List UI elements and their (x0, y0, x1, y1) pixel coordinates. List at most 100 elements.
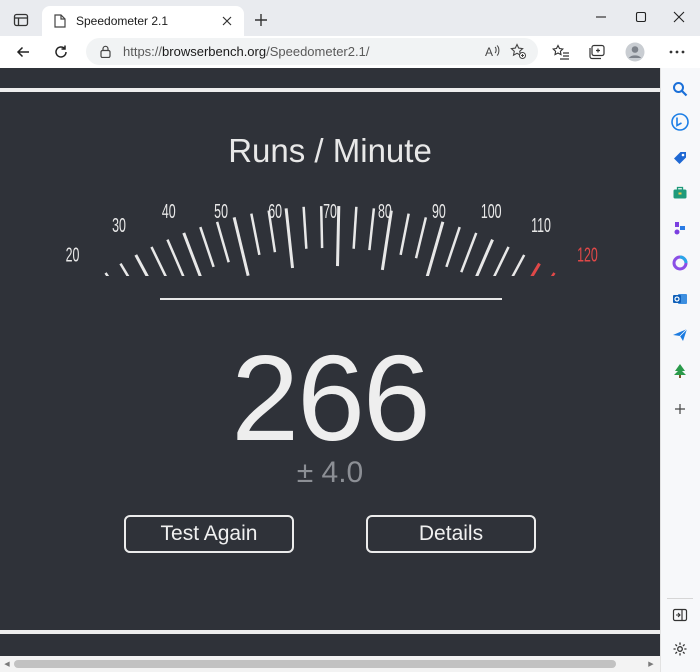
url-path: /Speedometer2.1/ (266, 44, 370, 59)
minimize-icon (596, 16, 606, 18)
gauge-label: 80 (378, 200, 392, 223)
add-icon (675, 404, 685, 414)
more-icon (669, 50, 685, 54)
score-margin: ± 4.0 (296, 456, 364, 489)
split-screen-icon (672, 608, 688, 622)
gauge-tick (399, 213, 410, 256)
outlook-icon (673, 294, 687, 304)
gauge-tick (425, 221, 445, 276)
horizontal-scrollbar[interactable]: ◀ ▶ (0, 656, 660, 672)
favorites-button[interactable] (548, 39, 574, 65)
search-icon (673, 82, 688, 97)
gauge-tick (460, 232, 478, 273)
gauge-tick (352, 206, 358, 249)
url-prefix: https:// (123, 44, 163, 59)
maximize-icon (635, 11, 647, 23)
new-tab-button[interactable] (250, 9, 272, 31)
collections-icon (589, 44, 605, 60)
close-icon (222, 16, 232, 26)
tools-briefcase-icon (673, 186, 687, 199)
more-options-button[interactable] (664, 39, 690, 65)
tab-title: Speedometer 2.1 (76, 14, 169, 28)
copilot-icon (671, 113, 689, 131)
url-text: https://browserbench.org/Speedometer2.1/ (123, 44, 369, 59)
page-title: Runs / Minute (228, 132, 432, 169)
test-again-button[interactable]: Test Again (124, 515, 294, 553)
sidebar-outlook[interactable] (669, 288, 691, 310)
sidebar-divider (667, 598, 693, 599)
gauge-label: 120 (577, 244, 598, 267)
gauge-tick (511, 254, 526, 276)
url-host: browserbench.org (162, 44, 267, 59)
close-window-icon (673, 11, 685, 23)
star-add-icon (510, 43, 526, 59)
gauge-label: 30 (112, 214, 126, 237)
lock-icon (100, 45, 111, 58)
microsoft365-icon (672, 255, 688, 271)
sidebar-microsoft365[interactable] (669, 252, 691, 274)
gauge-tick (302, 206, 308, 249)
score-value: 266 (231, 330, 431, 466)
gauge-label: 50 (214, 200, 228, 223)
maximize-button[interactable] (626, 4, 656, 30)
details-button[interactable]: Details (366, 515, 536, 553)
close-window-button[interactable] (664, 4, 694, 30)
shopping-tag-icon (674, 152, 686, 164)
minimize-button[interactable] (586, 4, 616, 30)
gauge-tick (215, 221, 230, 263)
profile-button[interactable] (622, 39, 648, 65)
gauge-tick (319, 206, 324, 249)
gauge-label: 100 (481, 200, 502, 223)
gauge-tick (250, 213, 261, 256)
sidebar-split-screen[interactable] (669, 604, 691, 626)
sidebar-games[interactable] (669, 217, 691, 239)
speedometer-gauge: 0102030405060708090100110120130140 (66, 200, 598, 276)
gauge-label: 110 (531, 214, 551, 237)
plus-icon (255, 14, 267, 26)
gauge-label: 60 (268, 200, 282, 223)
gauge-tick (414, 217, 428, 259)
read-aloud-icon: A (485, 45, 500, 59)
sidebar-add[interactable] (669, 398, 691, 420)
gauge-label: 70 (323, 200, 337, 223)
sidebar-tree[interactable] (669, 360, 691, 382)
gauge-tick (119, 262, 130, 276)
back-button[interactable] (10, 39, 36, 65)
sidebar-settings[interactable] (669, 638, 691, 660)
favorite-button[interactable] (510, 43, 526, 64)
page-icon (54, 14, 66, 28)
edge-sidebar (660, 68, 700, 672)
scroll-right-icon[interactable]: ▶ (646, 659, 656, 669)
sidebar-search[interactable] (669, 78, 691, 100)
gauge-tick (199, 226, 215, 268)
bottom-divider (0, 630, 660, 634)
gauge-tick (284, 208, 295, 269)
collections-button[interactable] (584, 39, 610, 65)
gauge-baseline (160, 298, 502, 300)
settings-icon (673, 642, 687, 656)
sidebar-copilot[interactable] (669, 111, 691, 133)
gauge-tick (182, 232, 202, 276)
avatar-icon (625, 42, 645, 62)
browser-tab[interactable]: Speedometer 2.1 (42, 6, 244, 36)
gauge-tick (368, 208, 376, 251)
address-bar[interactable]: https://browserbench.org/Speedometer2.1/… (86, 38, 538, 65)
read-aloud-button[interactable]: A (484, 43, 500, 64)
gauge-tick (493, 246, 510, 276)
browser-toolbar: https://browserbench.org/Speedometer2.1/… (0, 36, 700, 68)
refresh-button[interactable] (48, 39, 74, 65)
gauge-label: 40 (162, 200, 176, 223)
gauge-tick (166, 239, 185, 276)
sidebar-tools[interactable] (669, 182, 691, 204)
refresh-icon (55, 45, 67, 58)
scrollbar-thumb[interactable] (14, 660, 616, 668)
close-tab-button[interactable] (216, 10, 238, 32)
svg-text:A: A (485, 45, 493, 59)
scroll-left-icon[interactable]: ◀ (2, 659, 12, 669)
tab-bar: Speedometer 2.1 (0, 0, 700, 36)
back-arrow-icon (16, 46, 29, 58)
sidebar-send[interactable] (669, 324, 691, 346)
games-icon (674, 222, 685, 235)
sidebar-shopping[interactable] (669, 147, 691, 169)
tab-actions-button[interactable] (8, 7, 34, 33)
